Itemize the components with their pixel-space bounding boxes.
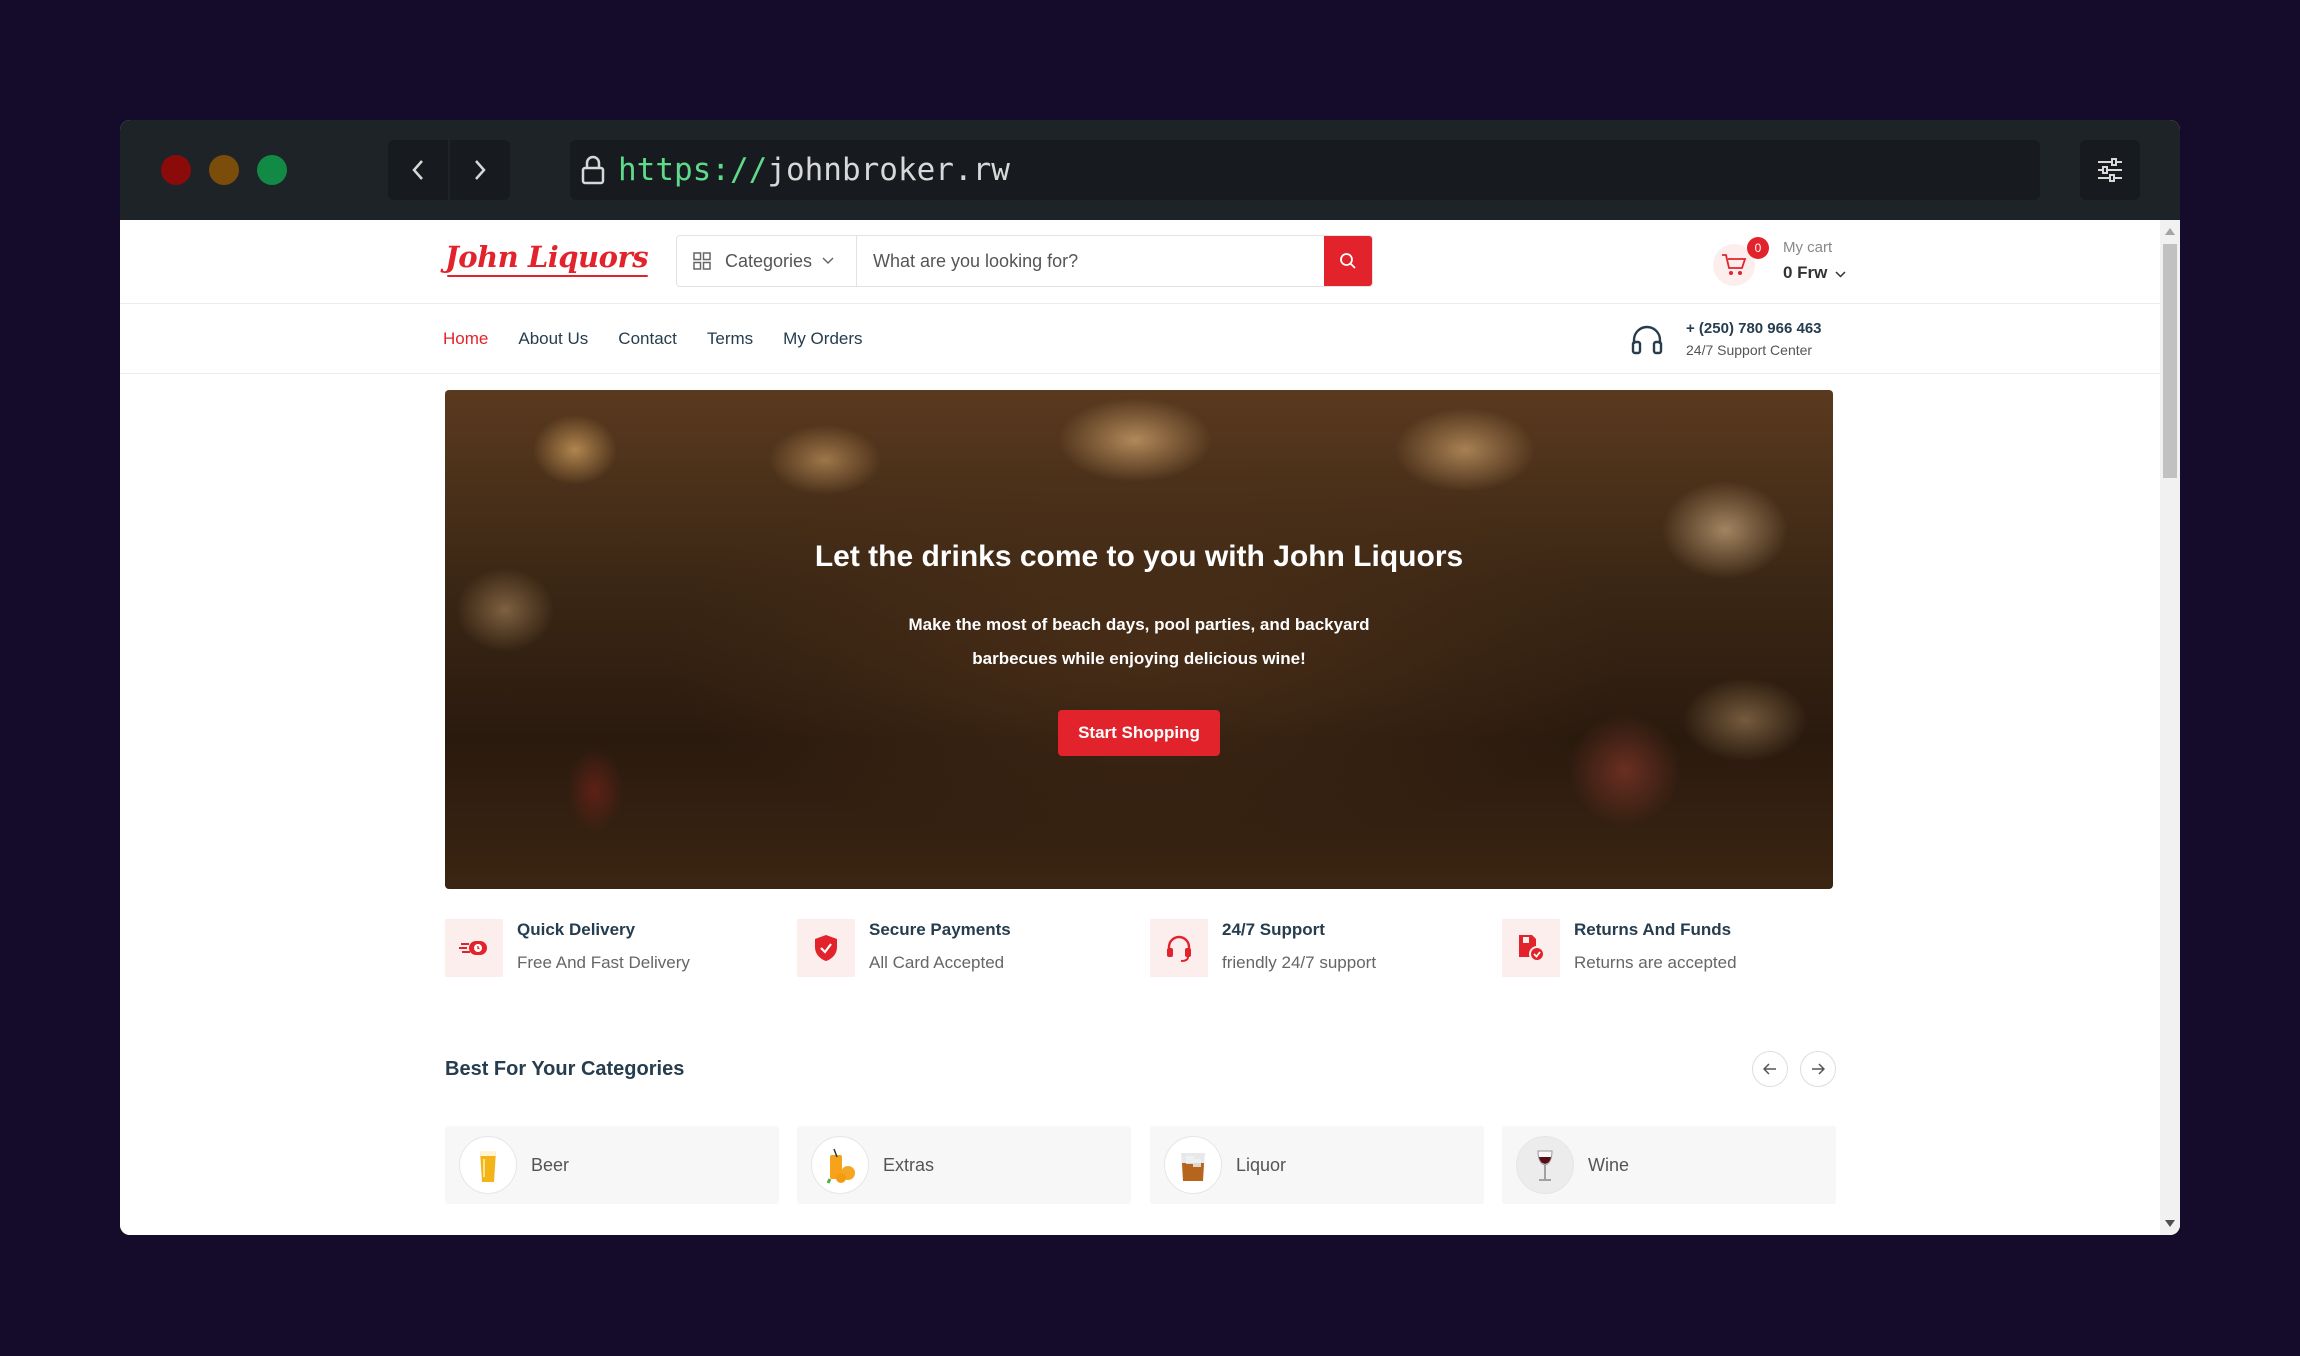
sliders-icon xyxy=(2098,158,2122,182)
browser-toolbar: https://johnbroker.rw xyxy=(120,120,2180,220)
search-bar: Categories xyxy=(676,235,1373,287)
wine-glass-icon xyxy=(1516,1136,1574,1194)
categories-label: Categories xyxy=(725,250,813,271)
category-card-wine[interactable]: Wine xyxy=(1502,1126,1836,1204)
features-row: Quick Delivery Free And Fast Delivery Se… xyxy=(445,910,1833,980)
nav-link-about-us[interactable]: About Us xyxy=(518,329,588,349)
feature-subtitle: Free And Fast Delivery xyxy=(517,953,690,972)
nav-link-contact[interactable]: Contact xyxy=(618,329,677,349)
category-name: Beer xyxy=(531,1155,570,1175)
scroll-up-arrow-icon[interactable] xyxy=(2165,228,2175,235)
browser-window: https://johnbroker.rw John Liquors Categ… xyxy=(120,120,2180,1235)
nav-links: Home About Us Contact Terms My Orders xyxy=(443,304,863,374)
category-list: Beer Extras Liquor Wine xyxy=(445,1126,1836,1204)
shield-icon xyxy=(797,919,855,977)
nav-link-terms[interactable]: Terms xyxy=(707,329,753,349)
search-input[interactable] xyxy=(857,236,1324,286)
delivery-icon xyxy=(445,919,503,977)
support-contact: + (250) 780 966 463 24/7 Support Center xyxy=(1630,318,1860,362)
feature-returns: Returns And Funds Returns are accepted xyxy=(1502,910,1832,980)
arrow-left-icon xyxy=(1763,1063,1776,1075)
arrow-right-icon xyxy=(1812,1063,1825,1075)
hero-subtitle: Make the most of beach days, pool partie… xyxy=(908,615,1370,668)
cart-total-value: 0 Frw xyxy=(1783,263,1828,282)
feature-title: Quick Delivery xyxy=(517,920,636,939)
address-bar[interactable]: https://johnbroker.rw xyxy=(570,140,2040,200)
feature-title: 24/7 Support xyxy=(1222,920,1325,939)
nav-link-my-orders[interactable]: My Orders xyxy=(783,329,862,349)
back-button[interactable] xyxy=(388,140,448,200)
feature-quick-delivery: Quick Delivery Free And Fast Delivery xyxy=(445,910,775,980)
whiskey-icon xyxy=(1164,1136,1222,1194)
categories-dropdown[interactable]: Categories xyxy=(677,236,857,286)
category-name: Extras xyxy=(883,1155,935,1175)
cart-widget[interactable]: 0 My cart 0 Frw xyxy=(1713,234,1853,290)
hero-title: Let the drinks come to you with John Liq… xyxy=(814,540,1464,573)
browser-settings-button[interactable] xyxy=(2080,140,2140,200)
main-nav: Home About Us Contact Terms My Orders + … xyxy=(120,304,2160,374)
carousel-prev-button[interactable] xyxy=(1752,1051,1788,1087)
juice-icon xyxy=(811,1136,869,1194)
url-host: johnbroker.rw xyxy=(767,152,1010,188)
cart-count-badge: 0 xyxy=(1747,237,1769,259)
forward-button[interactable] xyxy=(450,140,510,200)
site-header: John Liquors Categories What are you loo… xyxy=(120,220,2160,304)
cart-label: My cart xyxy=(1783,239,1833,256)
feature-subtitle: All Card Accepted xyxy=(869,953,1005,972)
carousel-next-button[interactable] xyxy=(1800,1051,1836,1087)
chevron-down-icon xyxy=(1835,263,1846,283)
scrollbar-thumb[interactable] xyxy=(2163,244,2177,478)
feature-title: Returns And Funds xyxy=(1574,920,1732,939)
web-page: John Liquors Categories What are you loo… xyxy=(120,220,2160,1235)
lock-icon xyxy=(580,155,606,185)
feature-subtitle: friendly 24/7 support xyxy=(1222,953,1377,972)
nav-link-home[interactable]: Home xyxy=(443,329,488,349)
url-text: https://johnbroker.rw xyxy=(618,152,1010,188)
url-scheme: https:// xyxy=(618,152,768,188)
headset-icon xyxy=(1150,919,1208,977)
hero-content: Let the drinks come to you with John Liq… xyxy=(445,390,1833,889)
feature-secure-payments: Secure Payments All Card Accepted xyxy=(797,910,1127,980)
feature-subtitle: Returns are accepted xyxy=(1574,953,1737,972)
category-card-beer[interactable]: Beer xyxy=(445,1126,779,1204)
start-shopping-button[interactable]: Start Shopping xyxy=(1058,710,1220,756)
headphones-icon xyxy=(1630,324,1664,361)
support-label: 24/7 Support Center xyxy=(1686,342,1813,358)
page-scrollbar[interactable] xyxy=(2160,220,2180,1235)
feature-support: 24/7 Support friendly 24/7 support xyxy=(1150,910,1480,980)
chevron-left-icon xyxy=(412,160,423,180)
support-phone[interactable]: + (250) 780 966 463 xyxy=(1686,320,1822,337)
category-name: Liquor xyxy=(1236,1155,1287,1175)
chevron-right-icon xyxy=(475,160,486,180)
feature-title: Secure Payments xyxy=(869,920,1011,939)
category-card-extras[interactable]: Extras xyxy=(797,1126,1131,1204)
cart-total[interactable]: 0 Frw xyxy=(1783,263,1846,283)
close-window-button[interactable] xyxy=(161,155,191,185)
hero-banner: Let the drinks come to you with John Liq… xyxy=(445,390,1833,889)
minimize-window-button[interactable] xyxy=(209,155,239,185)
section-title: Best For Your Categories xyxy=(445,1058,685,1080)
returns-icon xyxy=(1502,919,1560,977)
site-logo[interactable]: John Liquors xyxy=(445,240,649,277)
category-card-liquor[interactable]: Liquor xyxy=(1150,1126,1484,1204)
search-button[interactable] xyxy=(1324,236,1372,286)
search-icon xyxy=(1340,253,1356,269)
maximize-window-button[interactable] xyxy=(257,155,287,185)
scroll-down-arrow-icon[interactable] xyxy=(2165,1220,2175,1227)
beer-icon xyxy=(459,1136,517,1194)
chevron-down-icon xyxy=(822,257,834,265)
grid-icon xyxy=(693,252,711,270)
category-name: Wine xyxy=(1588,1155,1630,1175)
